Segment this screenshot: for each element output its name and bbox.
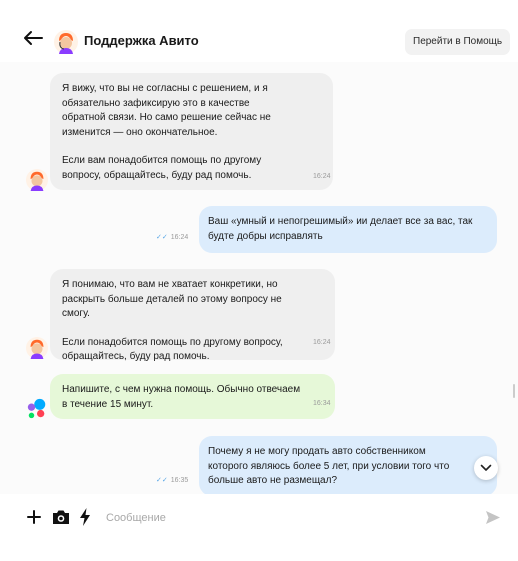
incoming-message: Я вижу, что вы не согласны с решением, и… xyxy=(50,73,333,190)
support-avatar[interactable] xyxy=(54,30,78,54)
message-text: Почему я не могу продать авто собственни… xyxy=(208,446,450,486)
plus-icon[interactable] xyxy=(26,509,42,525)
message-paragraph: Если вам понадобится помощь по другому в… xyxy=(62,155,262,181)
message-text: Ваш «умный и непогрешимый» ии делает все… xyxy=(208,216,473,242)
message-paragraph: Я понимаю, что вам не хватает конкретики… xyxy=(62,279,282,319)
message-time: 16:24 xyxy=(313,173,331,180)
chat-header: Поддержка Авито Перейти в Помощь xyxy=(0,0,518,63)
scroll-to-bottom-button[interactable] xyxy=(474,456,498,480)
message-time: 16:35 xyxy=(170,477,189,484)
message-time: 16:34 xyxy=(313,400,331,407)
support-avatar xyxy=(26,169,48,191)
avito-logo-icon xyxy=(27,398,46,419)
lightning-icon[interactable] xyxy=(79,508,91,526)
message-paragraph: Я вижу, что вы не согласны с решением, и… xyxy=(62,83,271,138)
message-input[interactable] xyxy=(104,507,438,529)
outgoing-message: Почему я не могу продать авто собственни… xyxy=(199,436,497,494)
arrow-left-icon[interactable] xyxy=(22,29,44,47)
message-text: Напишите, с чем нужна помощь. Обычно отв… xyxy=(62,384,301,410)
message-time: 16:24 xyxy=(170,234,189,241)
camera-icon[interactable] xyxy=(52,509,70,525)
incoming-message: Я понимаю, что вам не хватает конкретики… xyxy=(50,269,335,362)
bot-message: Напишите, с чем нужна помощь. Обычно отв… xyxy=(50,374,335,419)
scrollbar-thumb[interactable] xyxy=(513,384,515,398)
message-composer xyxy=(0,494,518,561)
chevron-down-icon xyxy=(480,464,492,471)
send-icon[interactable] xyxy=(486,511,500,524)
go-to-help-button[interactable]: Перейти в Помощь xyxy=(405,29,511,55)
support-avatar xyxy=(26,337,48,359)
read-tick-icon: ✓✓ xyxy=(156,477,168,484)
message-paragraph: Если понадобится помощь по другому вопро… xyxy=(62,336,283,363)
chat-title: Поддержка Авито xyxy=(84,33,199,48)
message-list[interactable]: Я вижу, что вы не согласны с решением, и… xyxy=(0,62,518,494)
read-tick-icon: ✓✓ xyxy=(156,234,168,241)
message-status: ✓✓ 16:24 xyxy=(156,233,188,241)
message-status: ✓✓ 16:35 xyxy=(156,476,188,484)
message-time: 16:24 xyxy=(313,339,331,346)
outgoing-message: Ваш «умный и непогрешимый» ии делает все… xyxy=(199,206,497,253)
